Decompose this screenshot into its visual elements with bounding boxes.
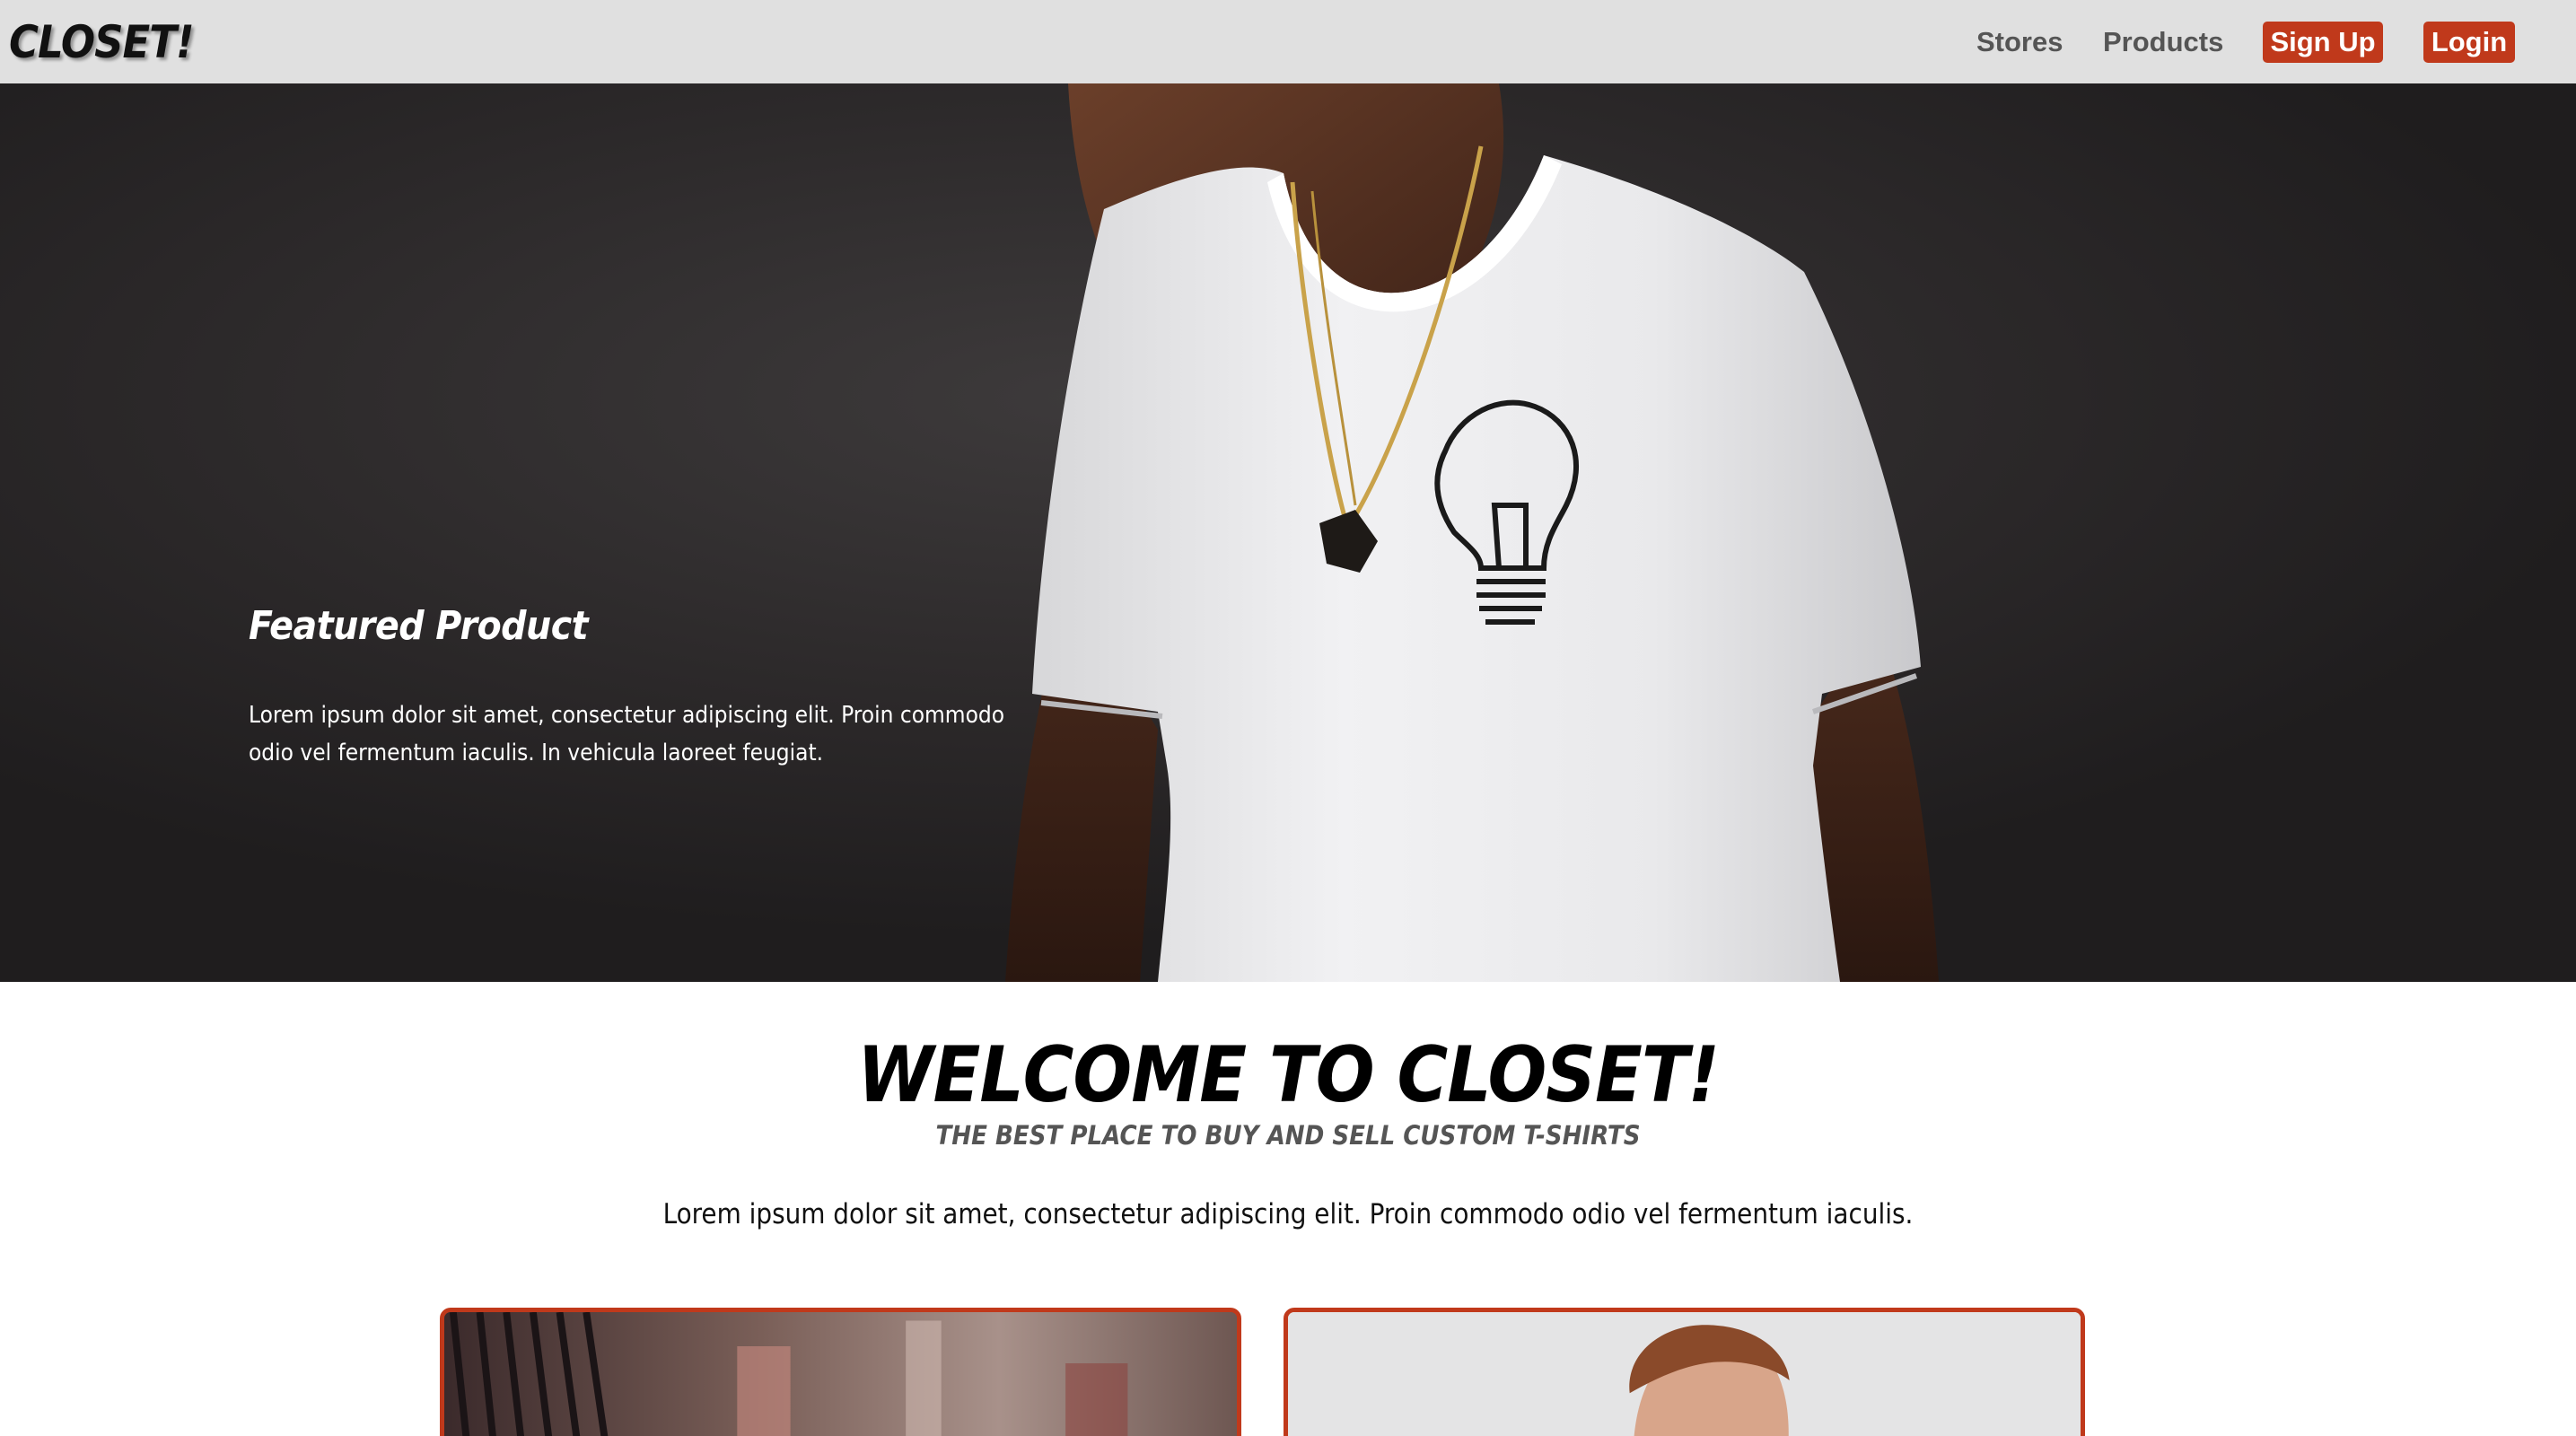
products-card[interactable] [1284,1308,2085,1436]
welcome-title: WELCOME TO CLOSET! [857,1030,1720,1120]
welcome-subtitle: THE BEST PLACE TO BUY AND SELL CUSTOM T-… [935,1120,1641,1151]
login-button[interactable]: Login [2423,22,2515,63]
navbar: CLOSET! Stores Products Sign Up Login [0,0,2576,83]
featured-product-title: Featured Product [249,603,589,649]
male-model-image [1288,1312,2081,1436]
signup-button[interactable]: Sign Up [2263,22,2383,63]
man-in-white-tshirt-image [0,83,2576,982]
nav-link-products[interactable]: Products [2103,22,2223,63]
featured-product-description: Lorem ipsum dolor sit amet, consectetur … [249,702,1005,766]
brand-logo[interactable]: CLOSET! [9,13,194,72]
stores-card[interactable] [440,1308,1241,1436]
nav-link-stores[interactable]: Stores [1976,22,2063,63]
hero-banner: Featured Product Lorem ipsum dolor sit a… [0,83,2576,982]
welcome-description: Lorem ipsum dolor sit amet, consectetur … [662,1198,1914,1230]
clothing-rack-image [444,1312,1237,1436]
